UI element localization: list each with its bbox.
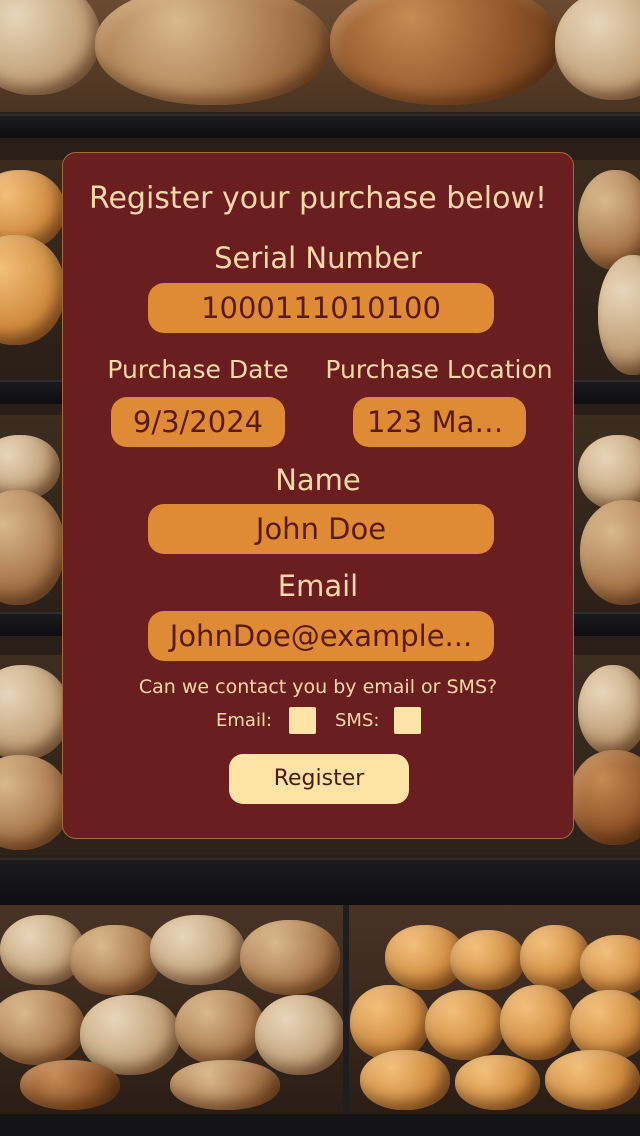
serial-number-label: Serial Number — [214, 241, 422, 275]
name-label: Name — [275, 463, 361, 497]
register-button[interactable]: Register — [229, 754, 409, 804]
bread-roll — [70, 925, 160, 995]
bread-loaf — [0, 0, 100, 95]
bread-roll — [170, 1060, 280, 1110]
purchase-location-label: Purchase Location — [325, 355, 553, 384]
bread-roll — [175, 990, 265, 1065]
bread-roll — [350, 985, 430, 1060]
bread-loaf — [598, 255, 640, 375]
bread-loaf — [95, 0, 330, 105]
bread-roll — [240, 920, 340, 995]
contact-options: Email: SMS: — [63, 707, 573, 735]
registration-card: Register your purchase below! Serial Num… — [62, 152, 574, 839]
shelf-rail — [0, 858, 640, 905]
top-shelf — [0, 0, 640, 112]
bread-loaf — [555, 0, 640, 100]
purchase-date-label: Purchase Date — [107, 355, 289, 384]
bread-roll — [570, 990, 640, 1060]
bread-roll — [20, 1060, 120, 1110]
email-contact-checkbox[interactable] — [289, 707, 316, 734]
email-field[interactable]: JohnDoe@example... — [148, 611, 494, 661]
bread-roll — [255, 995, 345, 1075]
bread-roll — [520, 925, 590, 990]
form-title: Register your purchase below! — [88, 181, 548, 216]
purchase-date-field[interactable]: 9/3/2024 — [111, 397, 285, 447]
bread-roll — [545, 1050, 640, 1110]
bread-roll — [0, 990, 85, 1065]
bread-loaf — [578, 435, 640, 510]
contact-question: Can we contact you by email or SMS? — [138, 676, 498, 698]
purchase-location-field[interactable]: 123 Mapl... — [353, 397, 526, 447]
bread-loaf — [570, 750, 640, 845]
shelf-rail — [0, 114, 640, 138]
bread-roll — [500, 985, 575, 1060]
name-field[interactable]: John Doe — [148, 504, 494, 554]
bottom-shelf — [0, 905, 640, 1115]
sms-contact-checkbox[interactable] — [394, 707, 421, 734]
bread-loaf — [0, 490, 65, 605]
bread-roll — [360, 1050, 450, 1110]
serial-number-field[interactable]: 1000111010100 — [148, 283, 494, 333]
bread-loaf — [0, 665, 70, 760]
bread-loaf — [0, 235, 65, 345]
bread-roll — [450, 930, 525, 990]
bread-roll — [455, 1055, 540, 1110]
bread-roll — [425, 990, 505, 1060]
bread-roll — [150, 915, 245, 985]
sms-option-label: SMS: — [335, 710, 380, 731]
shelf-divider — [343, 905, 349, 1115]
bread-loaf — [578, 665, 640, 755]
email-label: Email — [277, 569, 359, 603]
bread-loaf — [330, 0, 560, 105]
email-option-label: Email: — [216, 710, 273, 731]
bread-roll — [580, 935, 640, 995]
counter-edge — [0, 1114, 640, 1136]
bread-loaf — [0, 755, 70, 850]
bread-loaf — [580, 500, 640, 605]
